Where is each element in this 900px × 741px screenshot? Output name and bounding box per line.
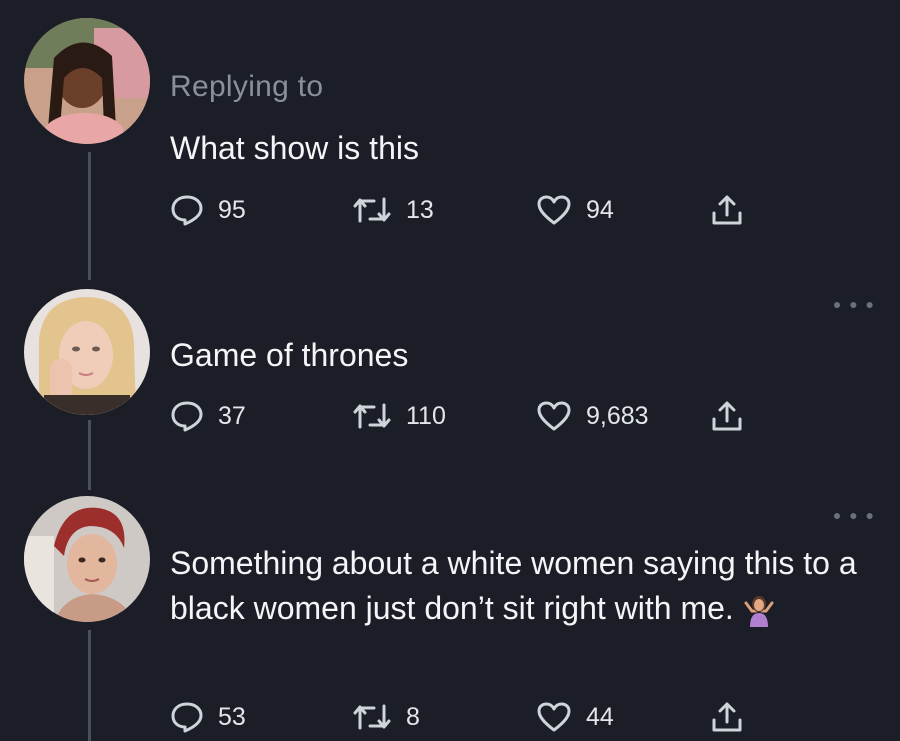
tweet-text: Something about a white women saying thi… (170, 541, 860, 639)
reply-button[interactable]: 37 (170, 396, 246, 436)
retweet-count: 8 (406, 702, 420, 731)
reply-count: 37 (218, 401, 246, 430)
reply-count: 53 (218, 702, 246, 731)
tweet-actions: 95 13 94 (170, 190, 770, 230)
thread-line (88, 152, 91, 280)
tweet-text: What show is this (170, 130, 419, 166)
reply-icon (170, 194, 204, 226)
share-icon (710, 399, 744, 433)
share-button[interactable] (710, 697, 744, 737)
woman-shrugging-emoji (742, 593, 776, 639)
more-icon[interactable]: ● ● ● (833, 296, 876, 312)
heart-icon (536, 701, 572, 733)
like-count: 94 (586, 195, 614, 224)
reply-count: 95 (218, 195, 246, 224)
avatar[interactable] (24, 289, 150, 415)
heart-icon (536, 400, 572, 432)
like-button[interactable]: 94 (536, 190, 614, 230)
reply-button[interactable]: 53 (170, 697, 246, 737)
thread-line (88, 420, 91, 490)
reply-icon (170, 400, 204, 432)
heart-icon (536, 194, 572, 226)
share-icon (710, 700, 744, 734)
retweet-count: 13 (406, 195, 434, 224)
like-button[interactable]: 44 (536, 697, 614, 737)
thread-line (88, 630, 91, 741)
retweet-icon (352, 401, 392, 431)
replying-to-label: Replying to (170, 70, 324, 103)
share-button[interactable] (710, 190, 744, 230)
share-icon (710, 193, 744, 227)
like-button[interactable]: 9,683 (536, 396, 649, 436)
retweet-count: 110 (406, 401, 446, 430)
share-button[interactable] (710, 396, 744, 436)
like-count: 9,683 (586, 401, 649, 430)
tweet-actions: 53 8 44 (170, 697, 770, 737)
like-count: 44 (586, 702, 614, 731)
reply-icon (170, 701, 204, 733)
retweet-icon (352, 702, 392, 732)
tweet-text: Game of thrones (170, 337, 409, 373)
tweet-actions: 37 110 9,683 (170, 396, 770, 436)
avatar[interactable] (24, 18, 150, 144)
retweet-button[interactable]: 8 (352, 697, 420, 737)
avatar[interactable] (24, 496, 150, 622)
retweet-icon (352, 195, 392, 225)
retweet-button[interactable]: 110 (352, 396, 446, 436)
reply-button[interactable]: 95 (170, 190, 246, 230)
more-icon[interactable]: ● ● ● (833, 507, 876, 523)
retweet-button[interactable]: 13 (352, 190, 434, 230)
